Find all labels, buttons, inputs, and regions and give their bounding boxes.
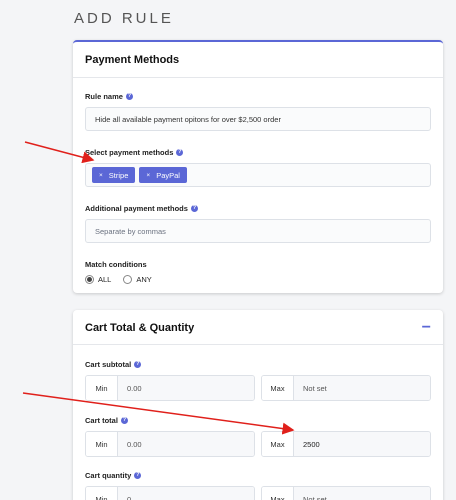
payment-methods-multiselect[interactable]: × Stripe × PayPal — [85, 163, 431, 187]
remove-tag-icon[interactable]: × — [99, 172, 103, 179]
cart-subtotal-label: Cart subtotal — [85, 359, 132, 369]
additional-payment-methods-label: Additional payment methods — [85, 203, 188, 213]
page-title: ADD RULE — [74, 10, 174, 27]
help-icon[interactable]: ? — [190, 204, 198, 212]
payment-methods-header: Payment Methods — [73, 42, 443, 78]
radio-selected-icon[interactable] — [85, 275, 94, 284]
payment-methods-card: Payment Methods Rule name ? Hide all ava… — [73, 40, 443, 293]
cart-subtotal-field: Cart subtotal ? Min 0.00 Max Not set — [85, 359, 431, 401]
subtotal-min-input[interactable]: Min 0.00 — [85, 375, 255, 401]
tag-stripe[interactable]: × Stripe — [92, 167, 136, 183]
rule-name-input[interactable]: Hide all available payment opitons for o… — [85, 107, 431, 131]
remove-tag-icon[interactable]: × — [146, 172, 150, 179]
additional-payment-methods-field: Additional payment methods ? Separate by… — [85, 203, 431, 243]
tag-paypal[interactable]: × PayPal — [139, 167, 187, 183]
cart-total-quantity-card: Cart Total & Quantity − Cart subtotal ? … — [73, 310, 443, 500]
cart-title: Cart Total & Quantity — [85, 321, 195, 334]
select-payment-methods-label: Select payment methods — [85, 147, 174, 157]
select-payment-methods-field: Select payment methods ? × Stripe × PayP… — [85, 147, 431, 187]
match-conditions-radios: ALL ANY — [85, 275, 431, 284]
radio-unselected-icon[interactable] — [123, 275, 133, 284]
additional-payment-methods-input[interactable]: Separate by commas — [85, 219, 431, 243]
total-min-input[interactable]: Min 0.00 — [85, 431, 255, 457]
quantity-max-input[interactable]: Max Not set — [261, 486, 431, 500]
tag-label: Stripe — [108, 170, 129, 180]
rule-name-label: Rule name — [85, 91, 123, 101]
collapse-icon[interactable]: − — [422, 319, 431, 336]
rule-name-field: Rule name ? Hide all available payment o… — [85, 91, 431, 131]
subtotal-max-input[interactable]: Max Not set — [261, 375, 431, 401]
quantity-min-input[interactable]: Min 0 — [85, 486, 255, 500]
radio-all[interactable]: ALL — [85, 275, 111, 284]
cart-total-field: Cart total ? Min 0.00 Max 2500 — [85, 415, 431, 457]
help-icon[interactable]: ? — [120, 416, 128, 424]
match-conditions-field: Match conditions ALL ANY — [85, 259, 431, 284]
help-icon[interactable]: ? — [176, 148, 184, 156]
cart-header: Cart Total & Quantity − — [73, 311, 443, 345]
payment-methods-title: Payment Methods — [85, 53, 180, 66]
help-icon[interactable]: ? — [134, 471, 142, 479]
radio-any[interactable]: ANY — [123, 275, 152, 284]
cart-quantity-field: Cart quantity ? Min 0 Max Not set — [85, 470, 431, 500]
match-conditions-label: Match conditions — [85, 259, 147, 269]
total-max-input[interactable]: Max 2500 — [261, 431, 431, 457]
help-icon[interactable]: ? — [125, 92, 133, 100]
tag-label: PayPal — [156, 170, 180, 180]
cart-quantity-label: Cart quantity — [85, 470, 132, 480]
cart-total-label: Cart total — [85, 415, 118, 425]
help-icon[interactable]: ? — [134, 360, 142, 368]
